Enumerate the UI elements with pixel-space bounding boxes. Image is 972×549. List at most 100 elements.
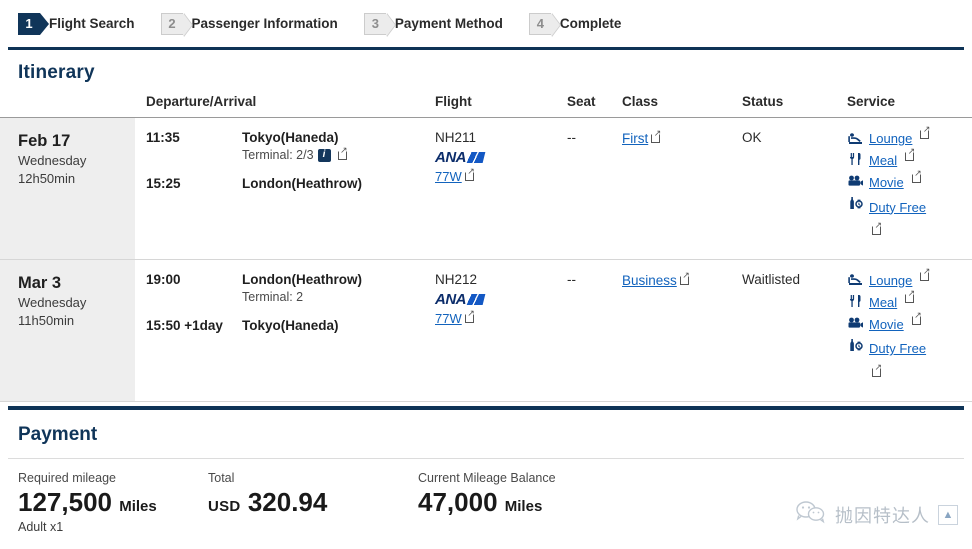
flight-duration: 12h50min (18, 171, 76, 187)
watermark: 抛因特达人 ▲ (795, 500, 958, 529)
external-link-icon[interactable] (872, 221, 882, 235)
movie-link[interactable]: Movie (869, 316, 904, 335)
total-label: Total (208, 471, 235, 485)
status-badge: Waitlisted (742, 271, 801, 287)
step-passenger-information[interactable]: 2 Passenger Information (160, 12, 338, 35)
service-movie[interactable]: Movie (847, 169, 972, 193)
col-service: Service (847, 94, 896, 109)
step-label-2: Passenger Information (191, 16, 338, 31)
departure-airport: Tokyo(Haneda) (242, 130, 339, 145)
mileage-balance-unit: Miles (504, 498, 543, 515)
class-cell: Business (622, 259, 742, 401)
booking-confirmation-page: 1 Flight Search 2 Passenger Information … (0, 0, 972, 549)
status-badge: OK (742, 130, 762, 145)
segment-spacer (135, 162, 435, 176)
required-mileage-label: Required mileage (18, 471, 116, 485)
info-icon[interactable]: i (317, 148, 331, 162)
external-link-icon[interactable] (337, 146, 348, 160)
duty-free-link[interactable]: Duty Free (869, 341, 926, 356)
external-link-icon[interactable] (911, 169, 922, 183)
arrival-time: 15:50 +1day (146, 317, 223, 333)
segment-spacer (135, 304, 435, 318)
step-label-1: Flight Search (49, 16, 135, 31)
departure-segment: 11:35 Tokyo(Haneda) Terminal: 2/3 i (135, 130, 435, 162)
aircraft-type: 77W (435, 309, 567, 326)
external-link-icon[interactable] (920, 125, 930, 139)
seat-value: -- (567, 130, 576, 145)
lounge-chair-icon (847, 272, 864, 287)
total-amount: 320.94 (247, 487, 328, 517)
required-mileage-value: 127,500 Miles (18, 488, 208, 517)
duty-free-link[interactable]: Duty Free (869, 200, 926, 215)
departure-time: 11:35 (146, 130, 180, 145)
required-mileage-number: 127,500 (18, 487, 112, 517)
aircraft-type: 77W (435, 167, 567, 184)
step-number-4: 4 (528, 12, 551, 35)
external-link-icon[interactable] (464, 309, 475, 324)
flight-date: Mar 3 (18, 273, 62, 292)
service-meal[interactable]: Meal (847, 289, 972, 313)
step-number-2: 2 (160, 12, 183, 35)
movie-camera-icon (847, 316, 864, 331)
external-link-icon[interactable] (905, 289, 915, 303)
movie-link[interactable]: Movie (869, 174, 904, 193)
total-currency: USD (208, 498, 241, 515)
service-movie[interactable]: Movie (847, 311, 972, 335)
lounge-link[interactable]: Lounge (869, 272, 912, 291)
external-link-icon[interactable] (651, 129, 661, 143)
status-cell: Waitlisted (742, 259, 847, 401)
movie-camera-icon (847, 174, 864, 189)
service-meal[interactable]: Meal (847, 147, 972, 171)
watermark-badge-icon: ▲ (938, 504, 958, 525)
table-row: Feb 17 Wednesday 12h50min 11:35 Tokyo(Ha… (0, 117, 972, 260)
col-status: Status (742, 94, 784, 109)
class-link[interactable]: First (622, 131, 648, 146)
departure-time: 19:00 (146, 271, 181, 287)
arrival-segment: 15:50 +1day Tokyo(Haneda) (135, 318, 435, 333)
step-number-1: 1 (18, 12, 49, 35)
external-link-icon[interactable] (911, 311, 922, 325)
col-departure-arrival: Departure/Arrival (146, 94, 257, 109)
seat-value: -- (567, 271, 576, 287)
fork-knife-icon (847, 152, 864, 167)
external-link-icon[interactable] (920, 267, 930, 281)
bottle-watch-icon (847, 337, 864, 352)
class-cell: First (622, 118, 742, 260)
flight-day-of-week: Wednesday (18, 294, 87, 310)
mileage-balance-label: Current Mileage Balance (418, 471, 556, 485)
flight-date-cell: Feb 17 Wednesday 12h50min (0, 117, 135, 260)
flight-cell: NH211 ANA 77W (435, 118, 567, 260)
class-link[interactable]: Business (622, 273, 677, 288)
table-row: Mar 3 Wednesday 11h50min 19:00 London(He… (0, 259, 972, 402)
arrival-segment: 15:25 London(Heathrow) (135, 176, 435, 191)
external-link-icon[interactable] (464, 167, 475, 182)
meal-link[interactable]: Meal (869, 294, 897, 313)
flight-duration: 11h50min (18, 313, 75, 329)
service-duty-free[interactable]: Duty Free (847, 196, 972, 242)
ana-wordmark: ANA (435, 290, 467, 308)
itinerary-table-header: Departure/Arrival Flight Seat Class Stat… (0, 94, 972, 118)
aircraft-link[interactable]: 77W (435, 311, 462, 326)
meal-link[interactable]: Meal (869, 152, 897, 171)
departure-airport: London(Heathrow) (242, 271, 362, 287)
step-label-3: Payment Method (394, 16, 503, 31)
terminal-text: Terminal: 2 (242, 289, 304, 304)
service-duty-free[interactable]: Duty Free (847, 337, 972, 383)
service-cell: Lounge Meal Movie (847, 118, 972, 260)
lounge-link[interactable]: Lounge (869, 130, 912, 149)
ana-logo: ANA (435, 148, 567, 168)
external-link-icon[interactable] (872, 363, 882, 377)
step-payment-method[interactable]: 3 Payment Method (363, 12, 503, 35)
step-flight-search[interactable]: 1 Flight Search (18, 12, 135, 35)
external-link-icon[interactable] (679, 271, 690, 285)
terminal-text: Terminal: 2/3 (242, 148, 314, 162)
itinerary-title: Itinerary (18, 62, 95, 83)
ana-wordmark: ANA (435, 148, 467, 166)
ana-logo: ANA (435, 290, 567, 310)
seat-cell: -- (567, 118, 622, 260)
external-link-icon[interactable] (905, 147, 915, 161)
seat-cell: -- (567, 259, 622, 401)
aircraft-link[interactable]: 77W (435, 169, 462, 184)
flight-number: NH212 (435, 271, 478, 287)
step-complete[interactable]: 4 Complete (528, 12, 621, 35)
